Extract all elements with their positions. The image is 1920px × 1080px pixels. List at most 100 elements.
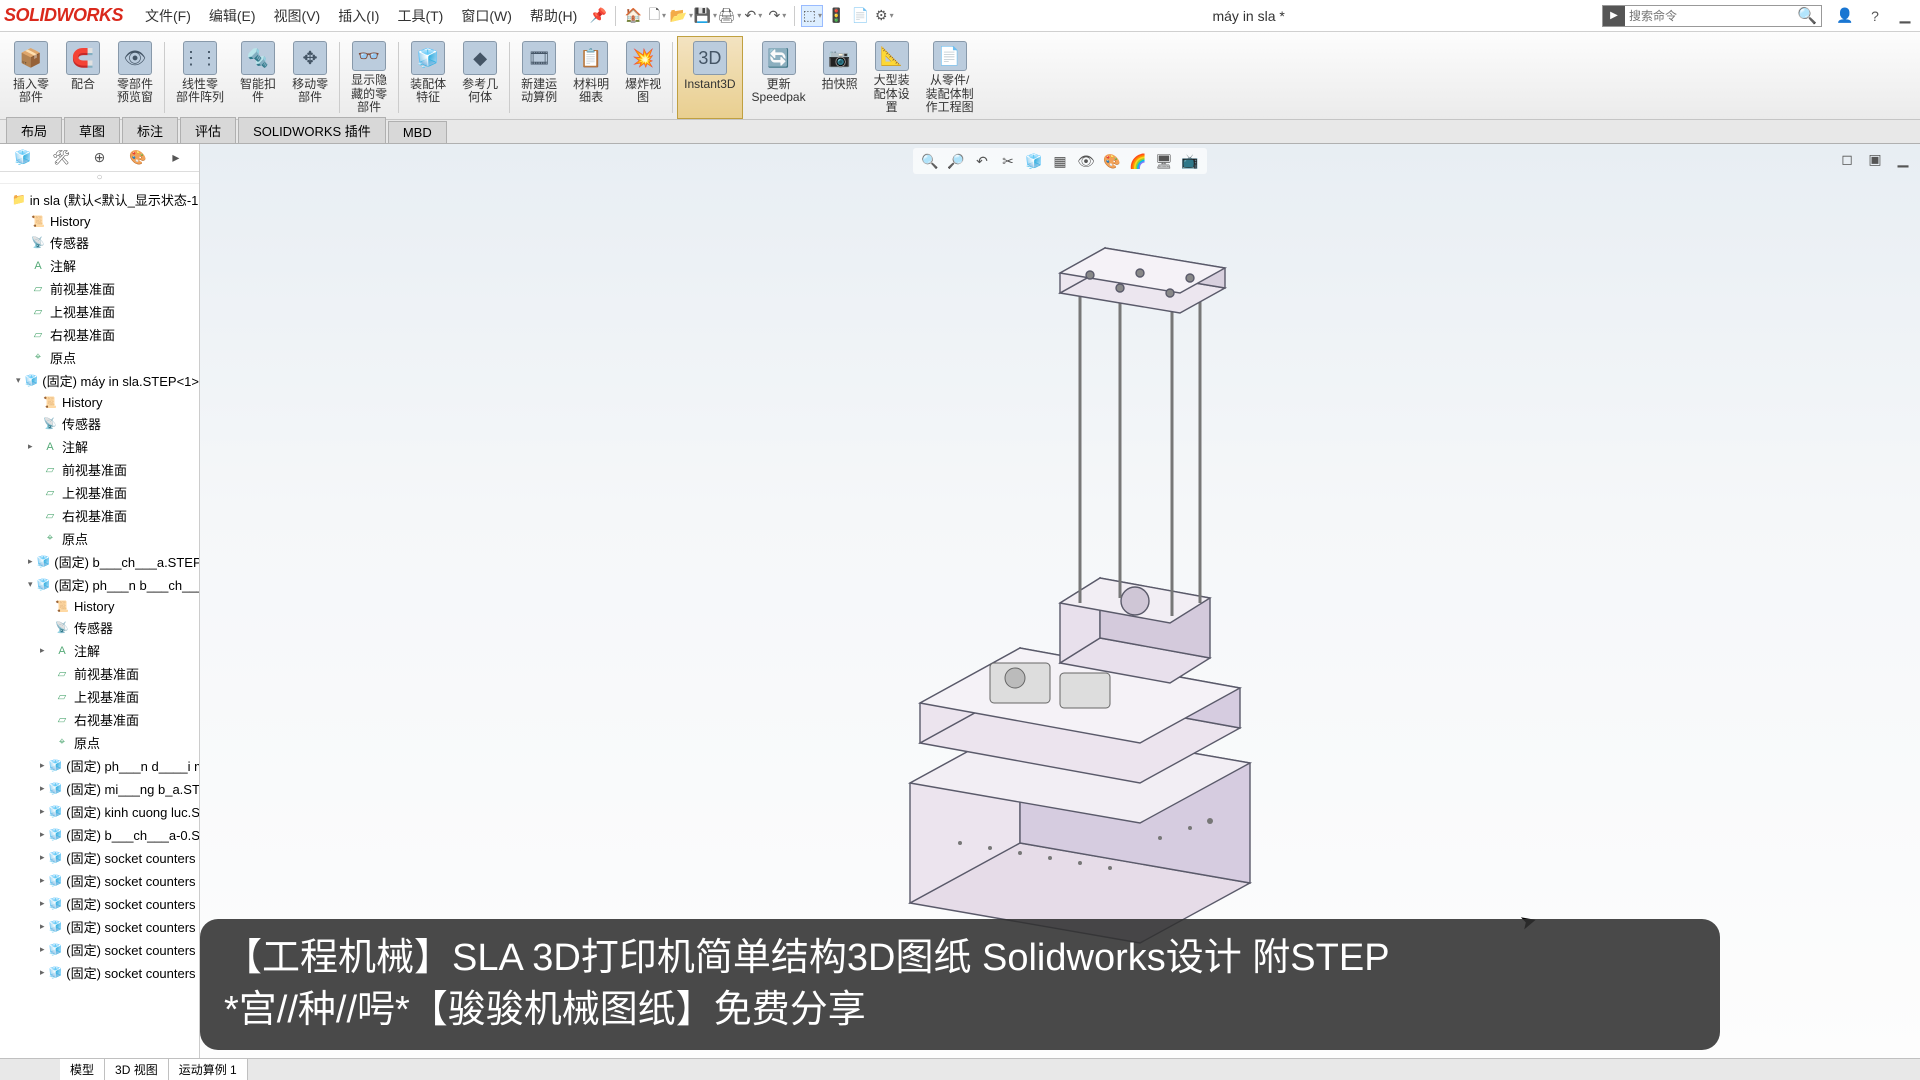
tree-item-27[interactable]: ▸🧊(固定) kinh cuong luc.S <box>0 800 199 823</box>
redo-icon[interactable]: ↷ <box>766 5 788 27</box>
options-icon[interactable]: 📄 <box>849 5 871 27</box>
panel-drag-handle[interactable]: ○ <box>0 172 199 184</box>
ribbon-btn-2[interactable]: 👁零部件 预览窗 <box>110 36 160 119</box>
search-input[interactable] <box>1625 6 1793 26</box>
ribbon-btn-0[interactable]: 📦插入零 部件 <box>6 36 56 119</box>
home-icon[interactable]: 🏠 <box>622 5 644 27</box>
menu-edit[interactable]: 编辑(E) <box>201 3 264 29</box>
status-tab-model[interactable]: 模型 <box>60 1059 105 1080</box>
display-style-icon[interactable]: ▦ <box>1049 150 1071 172</box>
expand-toggle-icon[interactable]: ▸ <box>40 967 45 978</box>
expand-toggle-icon[interactable]: ▸ <box>40 829 45 840</box>
tree-item-28[interactable]: ▸🧊(固定) b___ch___a-0.ST <box>0 823 199 846</box>
tree-item-17[interactable]: ▾🧊(固定) ph___n b___ch___a d <box>0 573 199 596</box>
tree-item-6[interactable]: ▱右视基准面 <box>0 323 199 346</box>
tree-item-4[interactable]: ▱前视基准面 <box>0 277 199 300</box>
tree-item-32[interactable]: ▸🧊(固定) socket counters <box>0 915 199 938</box>
tree-item-3[interactable]: A注解 <box>0 254 199 277</box>
tree-item-23[interactable]: ▱右视基准面 <box>0 708 199 731</box>
expand-toggle-icon[interactable]: ▸ <box>40 944 45 955</box>
cmd-tab-5[interactable]: MBD <box>388 121 447 143</box>
view-port-single-icon[interactable]: ◻ <box>1836 148 1858 170</box>
tree-item-2[interactable]: 📡传感器 <box>0 231 199 254</box>
help-icon[interactable]: ? <box>1864 5 1886 27</box>
expand-toggle-icon[interactable]: ▾ <box>28 579 33 590</box>
search-icon[interactable]: ▶ <box>1603 6 1625 26</box>
tree-item-9[interactable]: 📜History <box>0 392 199 412</box>
expand-toggle-icon[interactable]: ▾ <box>16 375 21 386</box>
expand-toggle-icon[interactable]: ▸ <box>40 645 50 656</box>
menu-tools[interactable]: 工具(T) <box>389 3 451 29</box>
view-settings-icon[interactable]: 🖥 <box>1153 150 1175 172</box>
expand-toggle-icon[interactable]: ▸ <box>40 783 45 794</box>
menu-help[interactable]: 帮助(H) <box>522 3 585 29</box>
property-manager-tab-icon[interactable]: 🛠 <box>49 147 73 169</box>
expand-toggle-icon[interactable]: ▸ <box>40 806 45 817</box>
ribbon-btn-10[interactable]: 📋材料明 细表 <box>566 36 616 119</box>
user-icon[interactable]: 👤 <box>1834 5 1856 27</box>
edit-appearance-icon[interactable]: 🎨 <box>1101 150 1123 172</box>
menu-view[interactable]: 视图(V) <box>266 3 329 29</box>
tree-item-0[interactable]: 📁in sla (默认<默认_显示状态-1> <box>0 188 199 211</box>
expand-toggle-icon[interactable]: ▸ <box>28 556 33 567</box>
tree-item-5[interactable]: ▱上视基准面 <box>0 300 199 323</box>
view-minimize-icon[interactable]: ▁ <box>1892 148 1914 170</box>
configuration-tab-icon[interactable]: ⊕ <box>87 147 111 169</box>
tree-item-29[interactable]: ▸🧊(固定) socket counters <box>0 846 199 869</box>
ribbon-btn-6[interactable]: 👓显示隐 藏的零 部件 <box>344 36 394 119</box>
open-icon[interactable]: 📂 <box>670 5 692 27</box>
ribbon-btn-4[interactable]: 🔩智能扣 件 <box>233 36 283 119</box>
ribbon-btn-1[interactable]: 🧲配合 <box>58 36 108 119</box>
new-icon[interactable]: 🗋 <box>646 5 668 27</box>
cmd-tab-4[interactable]: SOLIDWORKS 插件 <box>238 117 386 143</box>
tree-item-11[interactable]: ▸A注解 <box>0 435 199 458</box>
pin-icon[interactable]: 📌 <box>587 5 609 27</box>
expand-toggle-icon[interactable]: ▸ <box>40 760 45 771</box>
ribbon-btn-15[interactable]: 📐大型装 配体设 置 <box>867 36 917 119</box>
zoom-fit-icon[interactable]: 🔍 <box>919 150 941 172</box>
tree-item-26[interactable]: ▸🧊(固定) mi___ng b_a.ST <box>0 777 199 800</box>
ribbon-btn-7[interactable]: 🧊装配体 特征 <box>403 36 453 119</box>
ribbon-btn-3[interactable]: ⋮⋮线性零 部件阵列 <box>169 36 231 119</box>
tree-item-13[interactable]: ▱上视基准面 <box>0 481 199 504</box>
minimize-icon[interactable]: ▁ <box>1894 5 1916 27</box>
tree-item-21[interactable]: ▱前视基准面 <box>0 662 199 685</box>
menu-window[interactable]: 窗口(W) <box>453 3 520 29</box>
expand-toggle-icon[interactable]: ▸ <box>40 898 45 909</box>
tree-item-33[interactable]: ▸🧊(固定) socket counters <box>0 938 199 961</box>
undo-icon[interactable]: ↶ <box>742 5 764 27</box>
tree-item-34[interactable]: ▸🧊(固定) socket counters <box>0 961 199 984</box>
ribbon-btn-5[interactable]: ✥移动零 部件 <box>285 36 335 119</box>
menu-file[interactable]: 文件(F) <box>137 3 199 29</box>
tree-item-16[interactable]: ▸🧊(固定) b___ch___a.STEP<1> <box>0 550 199 573</box>
tree-item-19[interactable]: 📡传感器 <box>0 616 199 639</box>
view-orientation-icon[interactable]: 🧊 <box>1023 150 1045 172</box>
tree-item-14[interactable]: ▱右视基准面 <box>0 504 199 527</box>
expand-toggle-icon[interactable]: ▸ <box>28 441 38 452</box>
view-port-multi-icon[interactable]: ▣ <box>1864 148 1886 170</box>
tree-item-1[interactable]: 📜History <box>0 211 199 231</box>
ribbon-btn-8[interactable]: ◆参考几 何体 <box>455 36 505 119</box>
render-tools-icon[interactable]: 📺 <box>1179 150 1201 172</box>
tree-item-31[interactable]: ▸🧊(固定) socket counters <box>0 892 199 915</box>
display-manager-tab-icon[interactable]: 🎨 <box>126 147 150 169</box>
tree-item-10[interactable]: 📡传感器 <box>0 412 199 435</box>
previous-view-icon[interactable]: ↶ <box>971 150 993 172</box>
tree-item-25[interactable]: ▸🧊(固定) ph___n d____i m <box>0 754 199 777</box>
zoom-area-icon[interactable]: 🔎 <box>945 150 967 172</box>
ribbon-btn-13[interactable]: 🔄更新 Speedpak <box>745 36 813 119</box>
cmd-tab-1[interactable]: 草图 <box>64 117 120 143</box>
tree-item-22[interactable]: ▱上视基准面 <box>0 685 199 708</box>
search-command[interactable]: ▶ 🔍 <box>1602 5 1822 27</box>
feature-tree-tab-icon[interactable]: 🧊 <box>11 147 35 169</box>
rebuild-icon[interactable]: 🚦 <box>825 5 847 27</box>
cmd-tab-0[interactable]: 布局 <box>6 117 62 143</box>
tree-item-15[interactable]: ⌖原点 <box>0 527 199 550</box>
menu-insert[interactable]: 插入(I) <box>330 3 387 29</box>
expand-toggle-icon[interactable]: ▸ <box>40 875 45 886</box>
cmd-tab-3[interactable]: 评估 <box>180 117 236 143</box>
tree-item-20[interactable]: ▸A注解 <box>0 639 199 662</box>
ribbon-btn-16[interactable]: 📄从零件/ 装配体制 作工程图 <box>919 36 981 119</box>
feature-tree[interactable]: 📁in sla (默认<默认_显示状态-1>📜History📡传感器A注解▱前视… <box>0 184 199 1058</box>
expand-toggle-icon[interactable]: ▸ <box>40 852 45 863</box>
